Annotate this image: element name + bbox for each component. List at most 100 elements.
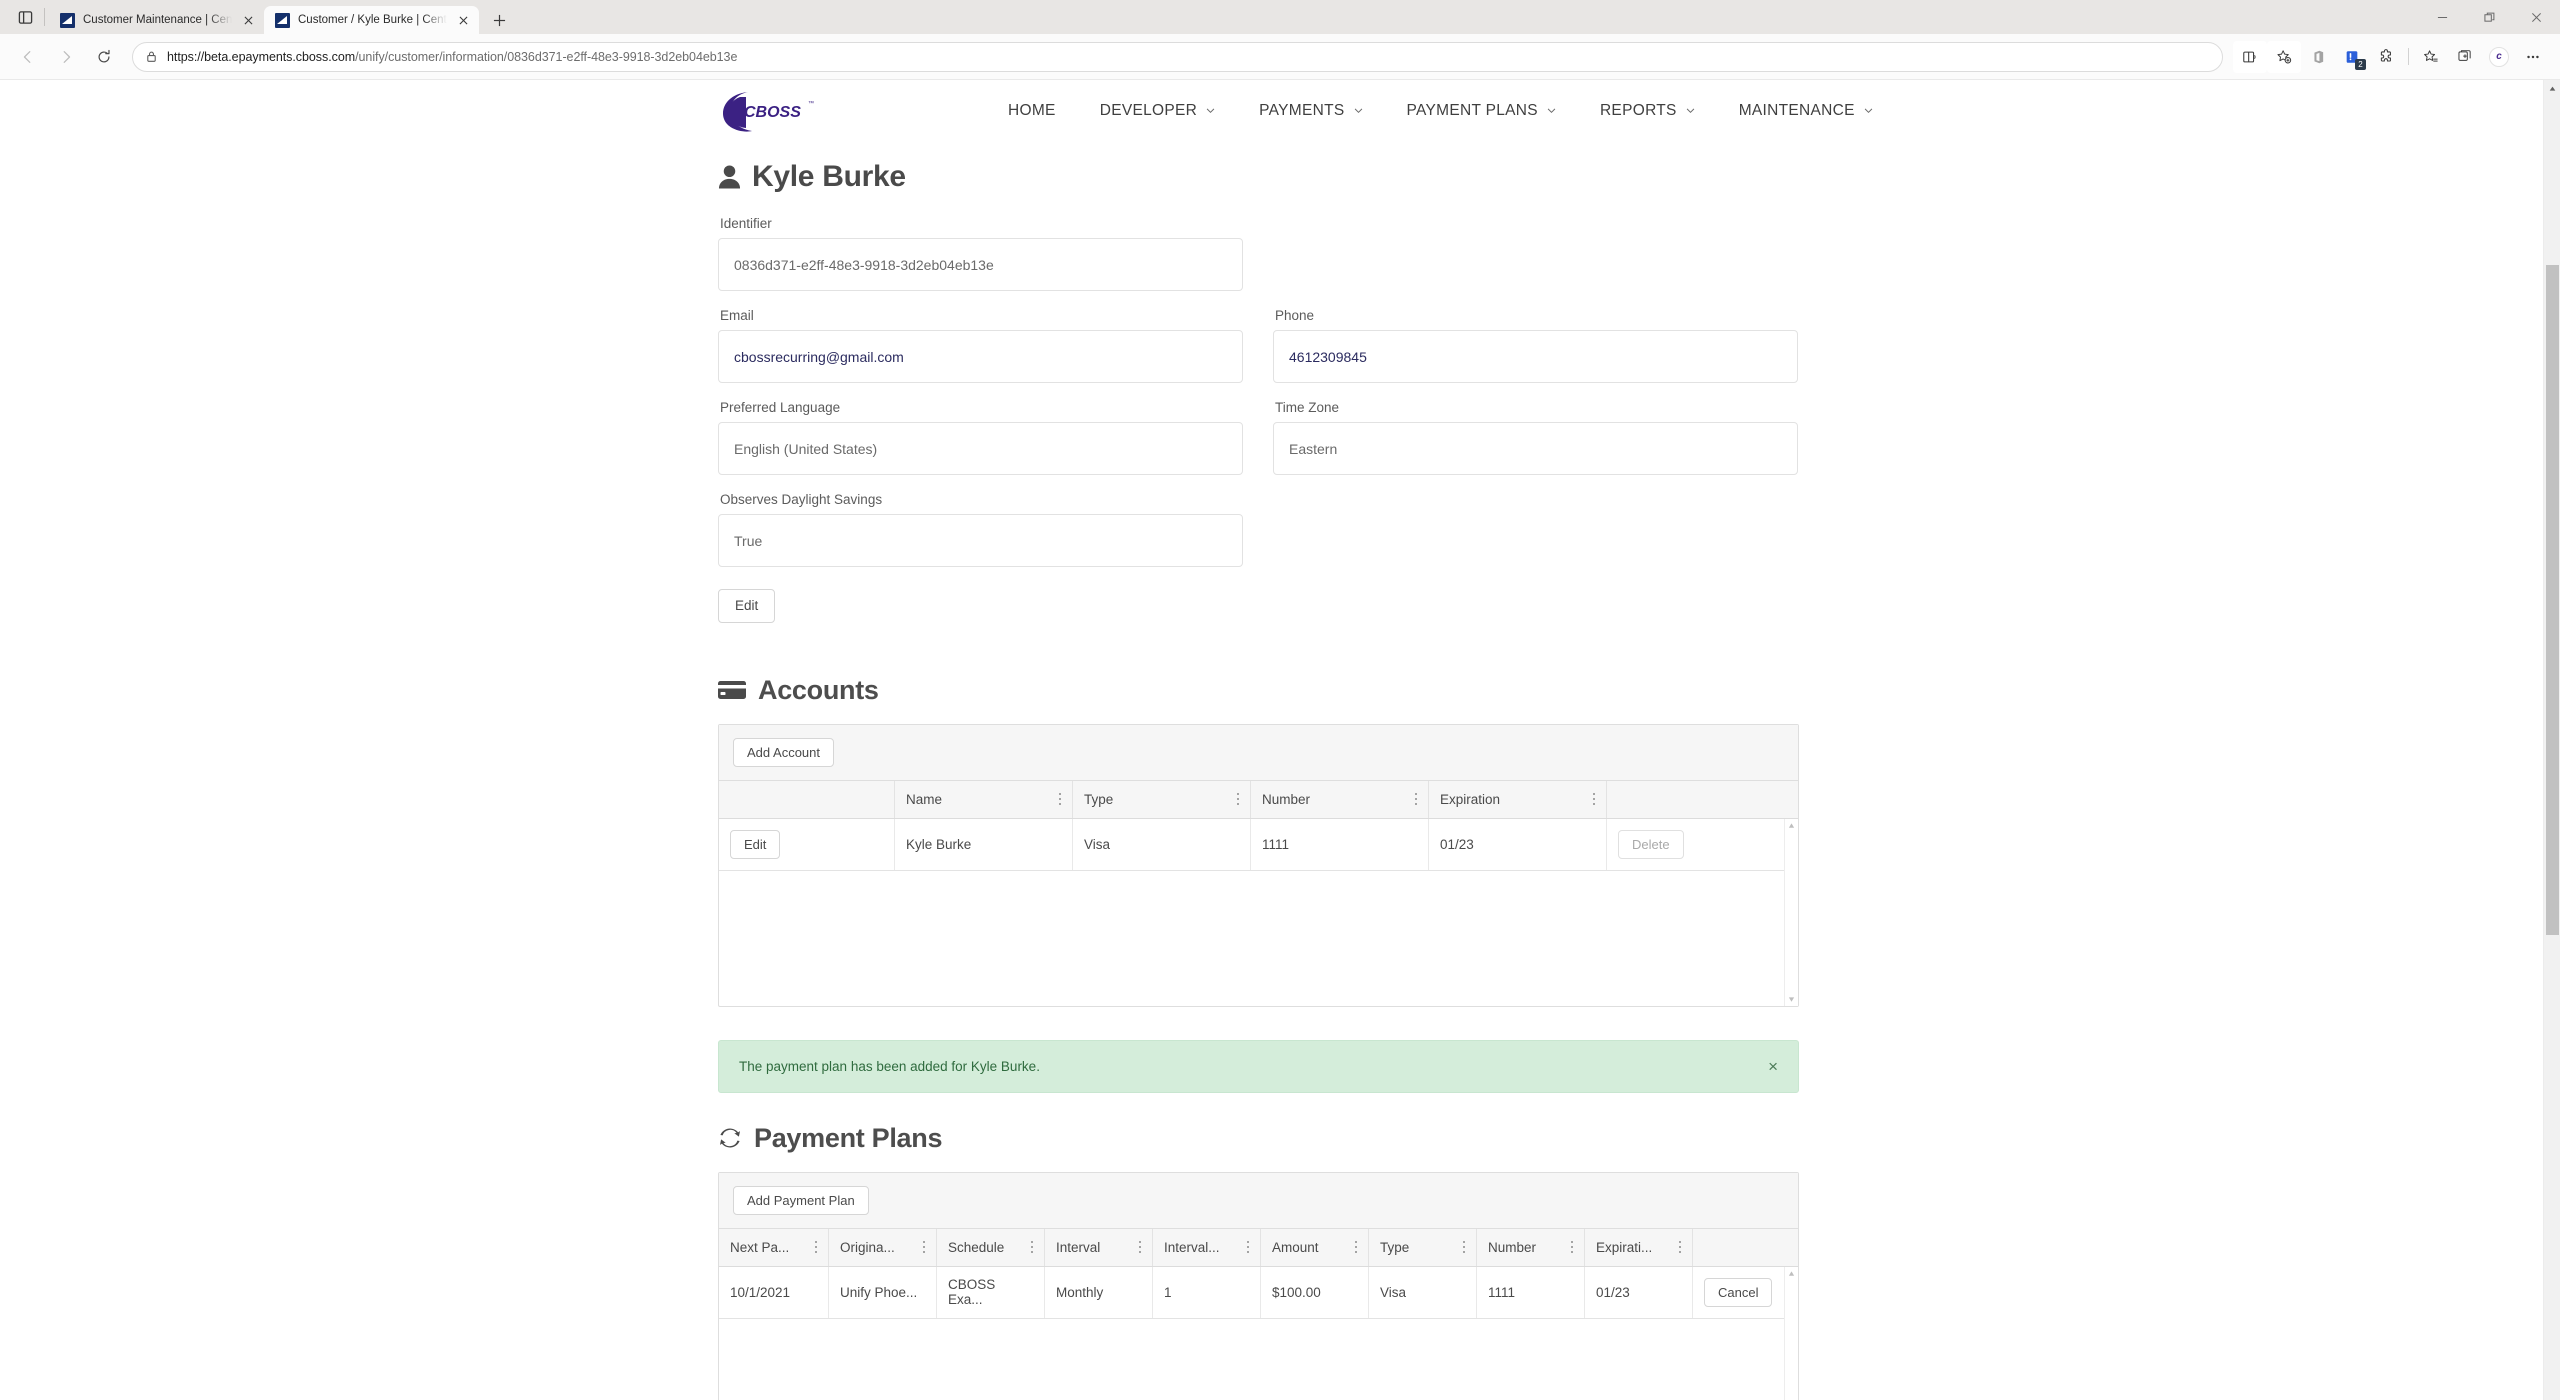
- close-icon[interactable]: ×: [1768, 1058, 1778, 1075]
- nav-item-payments[interactable]: PAYMENTS: [1237, 91, 1384, 131]
- maximize-button[interactable]: [2466, 0, 2513, 34]
- payment-plans-grid-scrollbar[interactable]: [1784, 1266, 1798, 1400]
- nav-item-home[interactable]: HOME: [986, 91, 1078, 131]
- page-viewport: CBOSS ™ HOME DEVELOPER PAYMENTS PAYMENT …: [0, 79, 2560, 1400]
- column-menu-icon[interactable]: [922, 1240, 925, 1254]
- read-aloud-icon[interactable]: [2233, 40, 2267, 73]
- pp-col-expiration[interactable]: Expirati...: [1585, 1228, 1693, 1266]
- accounts-col-delete: [1607, 781, 1798, 818]
- pp-col-next-payment[interactable]: Next Pa...: [719, 1228, 829, 1266]
- cancel-payment-plan-button[interactable]: Cancel: [1704, 1277, 1773, 1307]
- column-menu-icon[interactable]: [1570, 1240, 1573, 1254]
- browser-window: Customer Maintenance | Central Customer …: [0, 0, 2560, 1400]
- back-button[interactable]: [10, 41, 46, 73]
- column-menu-icon[interactable]: [1138, 1240, 1141, 1254]
- favorites-list-icon[interactable]: [2414, 41, 2448, 73]
- accounts-col-expiration-label: Expiration: [1440, 791, 1501, 807]
- pp-col-interval[interactable]: Interval: [1045, 1228, 1153, 1266]
- profile-avatar[interactable]: c: [2482, 41, 2516, 73]
- close-icon[interactable]: [455, 12, 471, 28]
- toolbar-divider: [2408, 48, 2409, 65]
- office-icon[interactable]: [2301, 41, 2335, 73]
- scroll-up-icon[interactable]: [1788, 1270, 1795, 1277]
- pp-col-interval-count-label: Interval...: [1164, 1239, 1220, 1255]
- browser-settings-menu-icon[interactable]: [2516, 41, 2550, 73]
- pp-col-originator[interactable]: Origina...: [829, 1228, 937, 1266]
- accounts-col-number[interactable]: Number: [1251, 780, 1429, 818]
- forward-button[interactable]: [48, 41, 84, 73]
- timezone-field-group: Time Zone Eastern: [1273, 400, 1798, 475]
- column-menu-icon[interactable]: [1354, 1240, 1357, 1254]
- close-button[interactable]: [2513, 0, 2560, 34]
- accounts-col-type[interactable]: Type: [1073, 780, 1251, 818]
- nav-item-home-label: HOME: [1008, 102, 1056, 119]
- browser-toolbar: https://beta.epayments.cboss.com/unify/c…: [0, 34, 2560, 79]
- add-account-button[interactable]: Add Account: [733, 737, 834, 767]
- address-bar[interactable]: https://beta.epayments.cboss.com/unify/c…: [132, 41, 2223, 72]
- email-value: cbossrecurring@gmail.com: [718, 330, 1243, 383]
- pp-col-type[interactable]: Type: [1369, 1228, 1477, 1266]
- pp-col-number[interactable]: Number: [1477, 1228, 1585, 1266]
- nav-item-reports-label: REPORTS: [1599, 102, 1677, 119]
- close-icon[interactable]: [240, 12, 256, 28]
- page-scrollbar[interactable]: [2543, 80, 2560, 1400]
- page-scrollbar-thumb[interactable]: [2546, 265, 2559, 935]
- scroll-down-icon[interactable]: [1788, 996, 1795, 1003]
- column-menu-icon[interactable]: [814, 1240, 817, 1254]
- extensions-icon[interactable]: [2369, 41, 2403, 73]
- pp-col-interval-count[interactable]: Interval...: [1153, 1228, 1261, 1266]
- identifier-label: Identifier: [720, 216, 772, 231]
- language-value: English (United States): [718, 422, 1243, 475]
- cboss-logo[interactable]: CBOSS ™: [718, 88, 818, 134]
- new-tab-button[interactable]: [485, 6, 513, 34]
- cboss-favicon: [275, 12, 290, 28]
- column-menu-icon[interactable]: [1414, 792, 1417, 806]
- column-menu-icon[interactable]: [1058, 792, 1061, 806]
- nav-item-payment-plans[interactable]: PAYMENT PLANS: [1385, 91, 1578, 131]
- lock-icon: [145, 50, 158, 63]
- tab-search-icon[interactable]: [8, 0, 42, 34]
- pp-cell-type: Visa: [1369, 1266, 1477, 1318]
- accounts-grid-toolbar: Add Account: [719, 724, 1798, 781]
- add-payment-plan-button[interactable]: Add Payment Plan: [733, 1185, 869, 1215]
- column-menu-icon[interactable]: [1030, 1240, 1033, 1254]
- pp-col-cancel: [1693, 1229, 1798, 1266]
- edit-account-button[interactable]: Edit: [730, 829, 781, 859]
- browser-tab-2[interactable]: Customer / Kyle Burke | Central P: [264, 6, 479, 34]
- browser-tab-1[interactable]: Customer Maintenance | Central: [49, 6, 264, 34]
- column-menu-icon[interactable]: [1592, 792, 1595, 806]
- collections-badge: 2: [2355, 58, 2366, 70]
- nav-item-payments-label: PAYMENTS: [1259, 102, 1345, 119]
- identifier-field-group: Identifier 0836d371-e2ff-48e3-9918-3d2eb…: [718, 216, 2543, 291]
- refresh-button[interactable]: [86, 41, 122, 73]
- accounts-col-name[interactable]: Name: [895, 780, 1073, 818]
- nav-item-maintenance[interactable]: MAINTENANCE: [1717, 91, 1895, 131]
- nav-item-reports[interactable]: REPORTS: [1578, 91, 1717, 131]
- column-menu-icon[interactable]: [1246, 1240, 1249, 1254]
- accounts-col-type-label: Type: [1084, 791, 1114, 807]
- language-field-group: Preferred Language English (United State…: [718, 400, 1243, 475]
- add-favorite-icon[interactable]: [2267, 40, 2301, 73]
- accounts-col-name-label: Name: [906, 791, 943, 807]
- delete-account-button[interactable]: Delete: [1618, 829, 1684, 859]
- accounts-col-expiration[interactable]: Expiration: [1429, 780, 1607, 818]
- pp-col-amount[interactable]: Amount: [1261, 1228, 1369, 1266]
- accounts-grid-scrollbar[interactable]: [1784, 818, 1798, 1006]
- accounts-grid-header: Name Type Number Expiration: [719, 780, 1798, 819]
- pp-cell-amount: $100.00: [1261, 1266, 1369, 1318]
- customer-name: Kyle Burke: [752, 160, 906, 193]
- scroll-up-icon[interactable]: [1788, 822, 1795, 829]
- cboss-favicon: [60, 12, 75, 28]
- column-menu-icon[interactable]: [1462, 1240, 1465, 1254]
- column-menu-icon[interactable]: [1678, 1240, 1681, 1254]
- pp-col-schedule[interactable]: Schedule: [937, 1228, 1045, 1266]
- payment-plans-grid-toolbar: Add Payment Plan: [719, 1172, 1798, 1229]
- nav-item-developer[interactable]: DEVELOPER: [1078, 91, 1237, 131]
- edit-customer-button[interactable]: Edit: [718, 589, 776, 623]
- collections-icon[interactable]: 2: [2335, 41, 2369, 73]
- column-menu-icon[interactable]: [1236, 792, 1239, 806]
- nav-item-developer-label: DEVELOPER: [1099, 102, 1198, 119]
- scroll-up-icon[interactable]: [2544, 80, 2560, 97]
- split-screen-icon[interactable]: [2448, 41, 2482, 73]
- minimize-button[interactable]: [2419, 0, 2466, 34]
